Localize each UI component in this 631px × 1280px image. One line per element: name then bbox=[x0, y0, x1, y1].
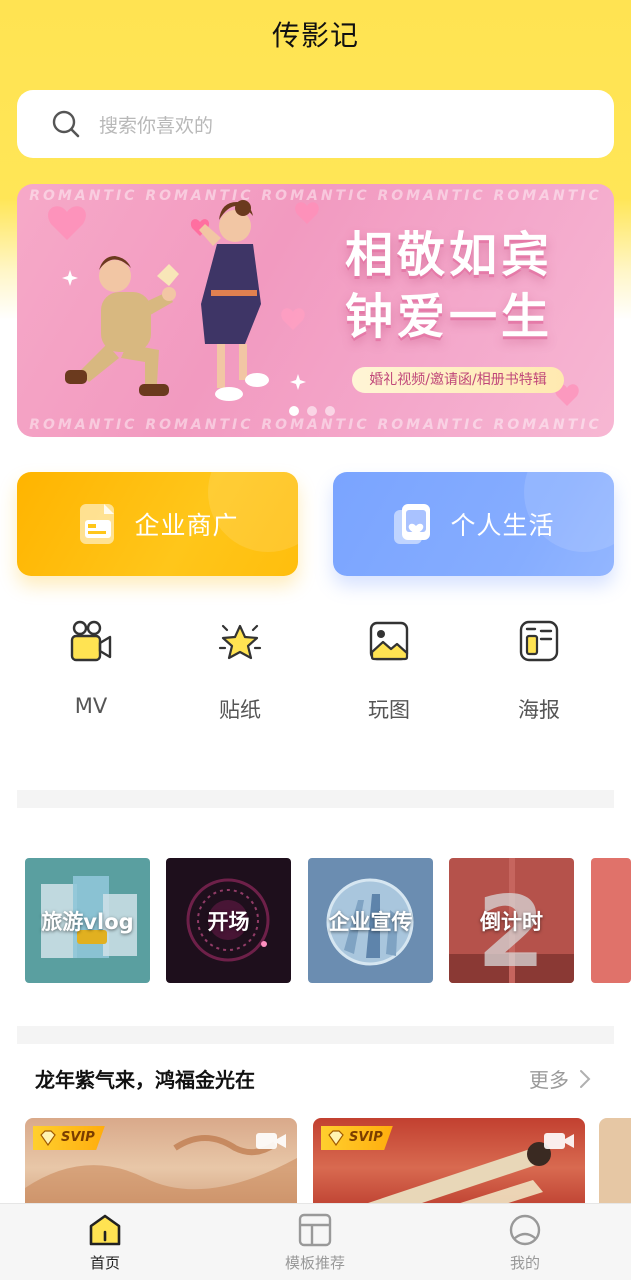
bottom-tab-bar: 首页 模板推荐 我的 bbox=[0, 1203, 631, 1280]
category-personal-life[interactable]: 个人生活 bbox=[333, 472, 614, 576]
category-business-ads[interactable]: 企业商广 bbox=[17, 472, 298, 576]
tab-home[interactable]: 首页 bbox=[45, 1212, 165, 1273]
tab-label: 模板推荐 bbox=[284, 1254, 345, 1272]
theme-label: 倒计时 bbox=[480, 909, 543, 934]
promo-banner[interactable]: ROMANTIC ROMANTIC ROMANTIC ROMANTIC ROMA… bbox=[17, 184, 614, 437]
pagination-dot[interactable] bbox=[325, 406, 335, 416]
theme-card-partial[interactable] bbox=[591, 858, 631, 983]
theme-label: 开场 bbox=[207, 909, 250, 934]
section-divider bbox=[17, 1026, 614, 1044]
chevron-right-icon bbox=[580, 1069, 591, 1088]
tool-stickers[interactable]: 贴纸 bbox=[190, 618, 290, 724]
more-label: 更多 bbox=[529, 1068, 569, 1092]
more-link[interactable]: 更多 bbox=[529, 1064, 591, 1093]
theme-label: 旅游vlog bbox=[41, 909, 134, 934]
section-title: 龙年紫气来，鸿福金光在 bbox=[35, 1068, 255, 1092]
tool-label: 海报 bbox=[518, 698, 560, 722]
document-icon bbox=[80, 504, 115, 544]
tool-photo-fun[interactable]: 玩图 bbox=[339, 618, 439, 724]
search-bar[interactable]: 搜索你喜欢的 bbox=[17, 90, 614, 158]
tool-mv[interactable]: MV bbox=[41, 618, 141, 718]
video-icon bbox=[256, 1133, 286, 1149]
photo-card-icon bbox=[394, 504, 431, 544]
video-icon bbox=[544, 1133, 574, 1149]
template-card-row: SVIP SVIP bbox=[25, 1118, 631, 1206]
section-divider bbox=[17, 790, 614, 808]
svip-badge: SVIP bbox=[321, 1126, 393, 1150]
pagination-dot[interactable] bbox=[289, 406, 299, 416]
profile-icon bbox=[509, 1214, 541, 1246]
theme-card-opening[interactable]: 开场 bbox=[166, 858, 291, 983]
search-placeholder: 搜索你喜欢的 bbox=[99, 114, 214, 137]
banner-watermark-bottom: ROMANTIC ROMANTIC ROMANTIC ROMANTIC ROMA… bbox=[29, 417, 602, 433]
tool-label: 玩图 bbox=[368, 698, 410, 722]
star-sparkle-icon bbox=[218, 624, 262, 660]
theme-carousel: 旅游vlog 开场 企业宣传 2 倒计时 bbox=[25, 858, 631, 984]
banner-pagination bbox=[289, 406, 335, 416]
banner-headline-line2: 钟爱一生 bbox=[345, 289, 554, 345]
image-icon bbox=[369, 621, 409, 661]
app-title: 传影记 bbox=[271, 19, 359, 52]
tool-posters[interactable]: 海报 bbox=[489, 618, 589, 724]
tab-templates[interactable]: 模板推荐 bbox=[255, 1212, 375, 1273]
template-icon bbox=[298, 1213, 332, 1247]
banner-headline-line1: 相敬如宾 bbox=[345, 227, 554, 283]
tab-label: 我的 bbox=[509, 1254, 540, 1272]
svip-badge: SVIP bbox=[33, 1126, 105, 1150]
svip-label: SVIP bbox=[61, 1130, 95, 1145]
banner-tagline: 婚礼视频/邀请函/相册书特辑 bbox=[352, 367, 564, 393]
banner-headline: 相敬如宾 钟爱一生 bbox=[345, 224, 553, 348]
diamond-icon bbox=[40, 1130, 56, 1146]
template-card-partial[interactable] bbox=[599, 1118, 631, 1206]
template-card[interactable]: SVIP bbox=[25, 1118, 297, 1206]
tool-label: MV bbox=[74, 694, 108, 718]
diamond-icon bbox=[328, 1130, 344, 1146]
theme-card-travel-vlog[interactable]: 旅游vlog bbox=[25, 858, 150, 983]
tab-profile[interactable]: 我的 bbox=[465, 1212, 585, 1273]
theme-label: 企业宣传 bbox=[328, 909, 413, 934]
home-icon bbox=[89, 1214, 121, 1246]
video-camera-icon bbox=[70, 620, 112, 662]
poster-icon bbox=[519, 620, 559, 662]
search-icon bbox=[52, 110, 80, 138]
theme-card-corporate[interactable]: 企业宣传 bbox=[308, 858, 433, 983]
tools-grid: MV 贴纸 玩图 海报 bbox=[0, 618, 631, 738]
tab-label: 首页 bbox=[89, 1254, 120, 1272]
template-card[interactable]: SVIP bbox=[313, 1118, 585, 1206]
tool-label: 贴纸 bbox=[219, 698, 261, 722]
theme-card-countdown[interactable]: 2 倒计时 bbox=[449, 858, 574, 983]
svip-label: SVIP bbox=[349, 1130, 383, 1145]
pagination-dot[interactable] bbox=[307, 406, 317, 416]
